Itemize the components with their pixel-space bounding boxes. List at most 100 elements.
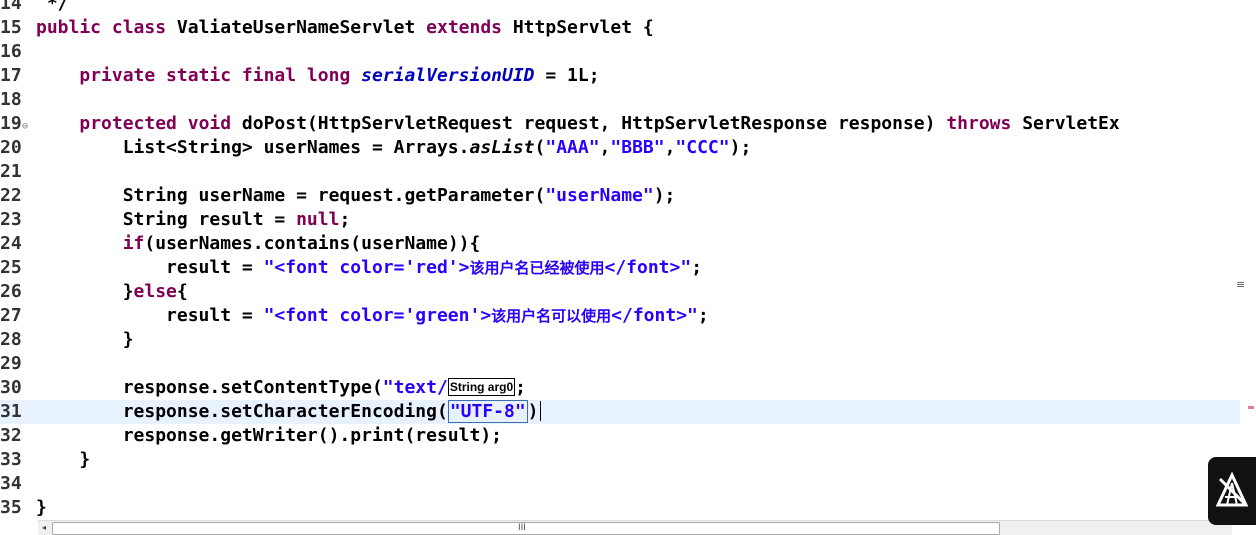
code-line[interactable]: 23 String result = null; [0, 208, 1240, 232]
code-token: throws [946, 113, 1023, 134]
code-token: ; [339, 209, 351, 230]
code-line[interactable]: 34 [0, 472, 1240, 496]
code-token: null [296, 209, 340, 230]
code-token: "text/ [382, 377, 448, 398]
line-number: 27 [0, 305, 22, 326]
code-token: "UTF-8" [447, 400, 528, 423]
code-line[interactable]: 30 response.setContentType("text/String … [0, 376, 1240, 400]
code-token: } [36, 329, 134, 350]
line-number: 18 [0, 89, 22, 110]
code-token: ( [534, 137, 546, 158]
code-token: ; [691, 257, 703, 278]
line-number: 24 [0, 233, 22, 254]
code-line[interactable]: 31 response.setCharacterEncoding("UTF-8"… [0, 400, 1240, 424]
code-text[interactable]: } [36, 449, 90, 470]
line-number: 15 [0, 17, 22, 38]
code-text[interactable]: private static final long serialVersionU… [36, 65, 599, 86]
code-token: List<String> userNames = Arrays. [36, 137, 470, 158]
code-text[interactable]: String result = null; [36, 209, 351, 230]
code-token: ; [697, 305, 709, 326]
code-editor[interactable]: 14 */15 public class ValiateUserNameServl… [0, 0, 1256, 535]
code-text[interactable]: } [36, 329, 134, 350]
code-text[interactable]: response.setContentType("text/String arg… [36, 377, 526, 398]
scroll-left-arrow-icon[interactable]: ◂ [38, 521, 50, 535]
code-token: , [664, 137, 676, 158]
code-token: serialVersionUID [361, 65, 535, 86]
code-text[interactable]: response.setCharacterEncoding("UTF-8") [36, 400, 541, 423]
code-text[interactable]: }else{ [36, 281, 188, 302]
code-line[interactable]: 26 }else{ [0, 280, 1240, 304]
horizontal-scrollbar[interactable]: ◂ III [38, 520, 1232, 535]
code-token: result = [36, 257, 264, 278]
code-line[interactable]: 32 response.getWriter().print(result); [0, 424, 1240, 448]
code-token: ValiateUserNameServlet [176, 17, 427, 38]
scroll-thumb[interactable]: III [52, 522, 1000, 535]
code-line[interactable]: 24 if(userNames.contains(userName)){ [0, 232, 1240, 256]
code-token: "<font color='red'> [263, 257, 470, 278]
code-line[interactable]: 27 result = "<font color='green'>该用户名可以使… [0, 304, 1240, 328]
code-token: 该用户名已经被使用 [469, 259, 605, 277]
line-number: 32 [0, 425, 22, 446]
code-token: HttpServlet { [512, 17, 654, 38]
code-token: */ [36, 0, 69, 14]
line-number: 21 [0, 161, 22, 182]
code-token: } [36, 497, 47, 518]
code-line[interactable]: 22 String userName = request.getParamete… [0, 184, 1240, 208]
watermark-logo-icon [1208, 457, 1256, 525]
line-number: 35 [0, 497, 22, 518]
code-line[interactable]: 35} [0, 496, 1240, 520]
code-token: </font>" [611, 305, 698, 326]
code-text[interactable]: List<String> userNames = Arrays.asList("… [36, 137, 752, 158]
code-line[interactable]: 25 result = "<font color='red'>该用户名已经被使用… [0, 256, 1240, 280]
code-token: ); [729, 137, 752, 158]
code-token: String result = [36, 209, 297, 230]
code-token: { [176, 281, 188, 302]
code-line[interactable]: 29 [0, 352, 1240, 376]
line-number: 33 [0, 449, 22, 470]
text-caret [539, 401, 541, 421]
line-number: 26 [0, 281, 22, 302]
code-text[interactable]: } [36, 497, 47, 518]
code-text[interactable]: String userName = request.getParameter("… [36, 185, 676, 206]
parameter-hint-tooltip: String arg0 [447, 378, 516, 396]
code-token: protected void [79, 113, 242, 134]
code-token: doPost(HttpServletRequest request, HttpS… [241, 113, 947, 134]
code-text[interactable]: public class ValiateUserNameServlet exte… [36, 17, 654, 38]
code-token: if [122, 233, 145, 254]
code-token: ); [653, 185, 676, 206]
code-token: result = [36, 305, 264, 326]
code-line[interactable]: 16 [0, 40, 1240, 64]
code-line[interactable]: 15 public class ValiateUserNameServlet ex… [0, 16, 1240, 40]
error-marker[interactable] [1248, 406, 1254, 409]
code-token: ) [527, 401, 539, 422]
code-line[interactable]: 21 [0, 160, 1240, 184]
code-token: extends [426, 17, 513, 38]
code-text[interactable]: */ [36, 0, 69, 14]
overview-ruler-icon[interactable]: ≡ [1236, 278, 1246, 291]
code-token: private static final long [79, 65, 362, 86]
line-number: 19 ⊖ [0, 112, 36, 136]
code-token: response.setCharacterEncoding( [36, 401, 448, 422]
code-line[interactable]: 17 private static final long serialVersi… [0, 64, 1240, 88]
code-token: asList [469, 137, 535, 158]
code-line[interactable]: 33 } [0, 448, 1240, 472]
code-text[interactable]: protected void doPost(HttpServletRequest… [36, 113, 1119, 134]
code-text[interactable]: result = "<font color='green'>该用户名可以使用</… [36, 305, 709, 326]
code-text[interactable]: result = "<font color='red'>该用户名已经被使用</f… [36, 257, 702, 278]
code-text[interactable]: if(userNames.contains(userName)){ [36, 233, 481, 254]
code-line[interactable]: 20 List<String> userNames = Arrays.asLis… [0, 136, 1240, 160]
line-number: 25 [0, 257, 22, 278]
line-number: 20 [0, 137, 22, 158]
code-token: } [36, 281, 134, 302]
code-line[interactable]: 14 */ [0, 0, 1240, 16]
code-line[interactable]: 18 [0, 88, 1240, 112]
code-line[interactable]: 19 ⊖ protected void doPost(HttpServletReq… [0, 112, 1240, 136]
code-token: else [133, 281, 177, 302]
line-number: 34 [0, 473, 22, 494]
line-number: 14 [0, 0, 22, 14]
code-text[interactable]: response.getWriter().print(result); [36, 425, 502, 446]
code-line[interactable]: 28 } [0, 328, 1240, 352]
line-number: 31 [0, 401, 22, 422]
